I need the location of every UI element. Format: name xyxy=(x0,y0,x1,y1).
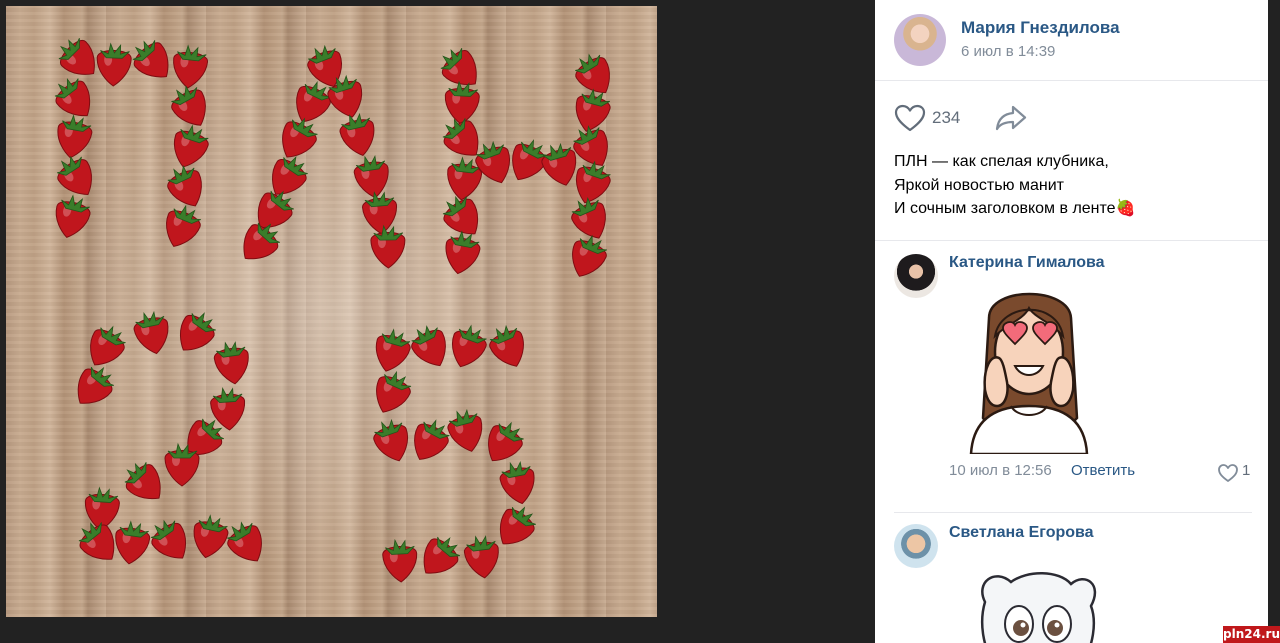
strawberry xyxy=(353,155,389,199)
strawberry xyxy=(55,194,91,238)
post-date[interactable]: 6 июл в 14:39 xyxy=(961,43,1055,60)
strawberry xyxy=(210,387,246,431)
strawberry xyxy=(463,535,499,579)
strawberry xyxy=(171,85,206,126)
strawberry xyxy=(376,370,412,413)
commenter-name[interactable]: Катерина Гималова xyxy=(949,254,1105,272)
strawberry xyxy=(96,42,132,87)
author-avatar[interactable] xyxy=(894,14,946,66)
strawberry xyxy=(90,325,126,366)
reply-button[interactable]: Ответить xyxy=(1071,462,1135,479)
divider xyxy=(894,512,1252,513)
commenter-name[interactable]: Светлана Егорова xyxy=(949,524,1094,542)
comment-date[interactable]: 10 июл в 12:56 xyxy=(949,462,1052,479)
strawberry xyxy=(339,112,375,157)
strawberry xyxy=(375,328,411,372)
strawberry xyxy=(173,44,209,89)
sticker-girl-hearts xyxy=(969,292,1089,454)
strawberry xyxy=(57,155,92,195)
strawberry xyxy=(444,80,480,125)
strawberry xyxy=(370,224,406,269)
strawberry-letters xyxy=(54,38,611,583)
strawberry xyxy=(423,536,460,574)
heart-icon[interactable] xyxy=(1217,463,1239,483)
scrollbar[interactable] xyxy=(1268,0,1280,643)
strawberry xyxy=(572,234,608,277)
strawberry xyxy=(373,418,409,462)
post-photo[interactable] xyxy=(6,6,657,617)
strawberry xyxy=(447,408,483,452)
strawberry xyxy=(445,230,481,275)
strawberry xyxy=(213,341,249,385)
strawberry xyxy=(227,521,262,562)
post-actions: 234 xyxy=(894,100,1028,136)
sticker-dog xyxy=(980,572,1097,643)
author-name[interactable]: Мария Гнездилова xyxy=(961,18,1120,38)
strawberry xyxy=(173,124,209,168)
strawberry xyxy=(84,486,120,531)
strawberry xyxy=(414,419,450,460)
like-count[interactable]: 234 xyxy=(932,108,960,128)
divider xyxy=(875,240,1280,241)
post-side-panel: Мария Гнездилова 6 июл в 14:39 234 ПЛН —… xyxy=(875,0,1280,643)
strawberry xyxy=(133,310,169,355)
comment-like-count[interactable]: 1 xyxy=(1242,462,1250,479)
strawberry xyxy=(166,204,201,247)
strawberry xyxy=(57,114,93,159)
strawberry xyxy=(77,366,114,404)
commenter-avatar[interactable] xyxy=(894,254,938,298)
strawberry xyxy=(575,53,610,94)
commenter-avatar[interactable] xyxy=(894,524,938,568)
strawberry xyxy=(382,538,418,583)
strawberry xyxy=(411,325,446,367)
strawberry xyxy=(124,462,161,500)
watermark: pln24.ru xyxy=(1223,626,1280,643)
post-text-line: Яркой новостью манит xyxy=(894,176,1064,194)
strawberry xyxy=(193,514,229,559)
strawberry xyxy=(150,519,187,559)
post-text-line: ПЛН — как спелая клубника, xyxy=(894,153,1109,170)
strawberry xyxy=(488,421,524,462)
strawberry xyxy=(451,324,487,368)
strawberry xyxy=(282,117,318,158)
strawberry xyxy=(132,40,169,78)
post-header: Мария Гнездилова 6 июл в 14:39 xyxy=(875,0,1280,81)
share-icon[interactable] xyxy=(994,104,1028,132)
post-text-line: И сочным заголовком в ленте🍓 xyxy=(894,200,1136,217)
strawberry xyxy=(179,312,216,351)
heart-icon[interactable] xyxy=(894,104,926,132)
strawberry xyxy=(115,520,151,565)
strawberry xyxy=(575,88,611,132)
post-text: ПЛН — как спелая клубника, Яркой новость… xyxy=(894,150,1135,221)
strawberry xyxy=(489,324,524,367)
strawberry xyxy=(54,78,91,117)
photo-viewer: Мария Гнездилова 6 июл в 14:39 234 ПЛН —… xyxy=(0,0,1280,643)
strawberry xyxy=(499,460,535,505)
strawberry xyxy=(167,164,202,207)
